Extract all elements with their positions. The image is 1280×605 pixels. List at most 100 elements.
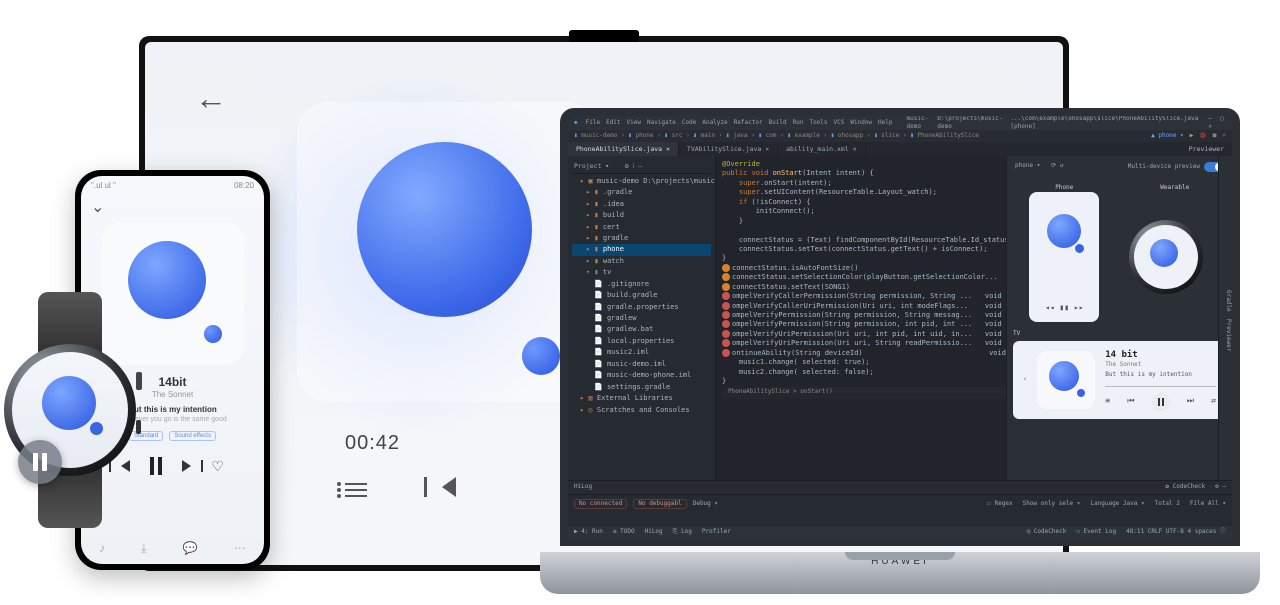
preview-tv[interactable]: ‹ 14 bit The Sonnet But this is my inten… (1013, 341, 1226, 418)
menu-analyze[interactable]: Analyze (702, 119, 727, 126)
status-time: 08:20 (234, 181, 254, 190)
playlist-icon[interactable]: ≡ (1105, 396, 1110, 407)
preview-wearable[interactable] (1124, 192, 1208, 322)
project-header: Project ▾ ⚙ ⁞ — (572, 160, 711, 174)
status-profiler[interactable]: Profiler (702, 528, 731, 536)
laptop-device: ◆ File Edit View Navigate Code Analyze Refacto… (540, 108, 1260, 594)
tab-codecheck[interactable]: CodeCheck (1173, 483, 1206, 490)
crumb-slice[interactable]: › ▮ slice (867, 132, 903, 139)
ide-status-bar: ▶ 4: Run ≡ TODO HiLog ⎘ Log Profiler ◷ C… (568, 526, 1232, 538)
menu-run[interactable]: Run (793, 119, 804, 126)
menu-edit[interactable]: Edit (606, 119, 620, 126)
crumb-main[interactable]: › ▮ main (686, 132, 719, 139)
status-log[interactable]: ⎘ Log (673, 528, 692, 536)
ide-window: ◆ File Edit View Navigate Code Analyze Refacto… (568, 116, 1232, 538)
status-todo[interactable]: ≡ TODO (613, 528, 635, 536)
close-icon[interactable]: ✕ (1206, 123, 1214, 131)
menu-build[interactable]: Build (769, 119, 787, 126)
crumb-phoneabilityslice[interactable]: › ▮ PhoneAbilitySlice (903, 132, 979, 139)
filter-language[interactable]: Language Java ▾ (1090, 500, 1144, 508)
right-tool-strip[interactable]: Gradle Previewer (1218, 156, 1232, 480)
status-hilog[interactable]: HiLog (645, 528, 663, 536)
minimize-icon[interactable]: — (1206, 115, 1214, 123)
tab-phone-slice[interactable]: PhoneAbilitySlice.java × (568, 142, 679, 156)
crumb-src[interactable]: › ▮ src (657, 132, 686, 139)
chip-no-debuggable[interactable]: No debuggabl (633, 499, 686, 509)
watch-crown[interactable] (136, 372, 142, 390)
preview-tv-artist: The Sonnet (1105, 361, 1216, 369)
run-config-selector[interactable]: ▲ phone ▾ (1151, 132, 1184, 140)
menu-view[interactable]: View (627, 119, 641, 126)
project-tree[interactable]: Project ▾ ⚙ ⁞ — ▸ ▣ music-demo D:\projec… (568, 156, 716, 480)
multi-device-toggle-label: Multi-device preview (1128, 163, 1200, 171)
equalizer-icon[interactable]: ♪ (99, 541, 105, 556)
laptop-screen: ◆ File Edit View Navigate Code Analyze Refacto… (560, 108, 1240, 546)
more-icon[interactable]: ⋯ (234, 541, 246, 556)
chip-no-connected[interactable]: No connected (574, 499, 627, 509)
crumb-ohosapp[interactable]: › ▮ ohosapp (823, 132, 866, 139)
status-eventlog[interactable]: ☐ Event Log (1076, 528, 1116, 536)
previous-track-icon[interactable]: ⏮ (1127, 396, 1134, 407)
bottom-tool-window: HiLog ✿ CodeCheck ⚙ — No connected No de… (568, 480, 1232, 526)
playlist-icon[interactable] (345, 479, 367, 495)
crumb-music-demo[interactable]: ▮ music-demo (574, 132, 621, 139)
tv-controls (345, 477, 456, 497)
menu-refactor[interactable]: Refactor (734, 119, 763, 126)
watch-side-button[interactable] (136, 420, 141, 434)
maximize-icon[interactable]: ▢ (1218, 115, 1226, 123)
menu-help[interactable]: Help (878, 119, 892, 126)
menu-vcs[interactable]: VCS (834, 119, 845, 126)
menu-tools[interactable]: Tools (809, 119, 827, 126)
menu-window[interactable]: Window (850, 119, 872, 126)
previewer-tab-label[interactable]: Previewer (1181, 142, 1232, 156)
pause-button[interactable] (150, 457, 162, 475)
menu-navigate[interactable]: Navigate (647, 119, 676, 126)
crumb-phone[interactable]: › ▮ phone (621, 132, 657, 139)
preview-phone[interactable]: ◂◂ ▮▮ ▸▸ (1029, 192, 1099, 322)
chevron-down-icon[interactable]: ⌄ (81, 195, 264, 219)
crumb-com[interactable]: › ▮ com (751, 132, 780, 139)
tag-sound-effects[interactable]: Sound effects (169, 431, 216, 441)
panel-settings-icon[interactable]: ⚙ — (1215, 483, 1226, 491)
preview-device-phone[interactable]: phone ▾ ⟳ ↺ (1015, 162, 1063, 172)
pause-button[interactable] (1152, 393, 1170, 411)
bottom-toolbar: ♪ ⤓ 💬 ⋯ (81, 541, 264, 556)
blob-large-icon (42, 376, 96, 430)
filter-debug[interactable]: Debug ▾ (693, 500, 718, 508)
tab-ability-main[interactable]: ability_main.xml × (778, 142, 865, 156)
back-arrow-icon[interactable]: ← (195, 80, 235, 117)
preview-label-tv: TV (1013, 330, 1226, 338)
crumb-example[interactable]: › ▮ example (780, 132, 823, 139)
debug-icon[interactable]: 🐞 (1199, 132, 1206, 140)
search-icon[interactable]: ⌕ (1222, 132, 1226, 140)
status-codecheck[interactable]: ◷ CodeCheck (1027, 528, 1067, 536)
editor-tabs: PhoneAbilitySlice.java × TVAbilitySlice.… (568, 142, 1232, 156)
filter-regex[interactable]: ☐ Regex (987, 500, 1012, 508)
run-icon[interactable]: ▶ (1190, 132, 1194, 140)
ide-title-file: ...\com\example\ohosapp\slice\PhoneAbili… (1010, 115, 1198, 131)
menu-code[interactable]: Code (682, 119, 696, 126)
favorite-icon[interactable]: ♡ (211, 458, 224, 475)
laptop-base: HUAWEI (540, 552, 1260, 594)
app-icon: ◆ (574, 119, 578, 127)
blob-small-icon (204, 325, 222, 343)
shuffle-icon[interactable]: ⇄ (1211, 396, 1216, 407)
status-run[interactable]: ▶ 4: Run (574, 528, 603, 536)
tab-hilog[interactable]: HiLog (574, 483, 592, 491)
comment-icon[interactable]: 💬 (183, 541, 198, 556)
playback-time: 00:42 (345, 432, 400, 455)
filter-file[interactable]: File All ▾ (1190, 500, 1226, 508)
watch-device (0, 310, 150, 510)
pause-button[interactable] (18, 440, 62, 484)
previous-track-icon[interactable] (442, 477, 456, 497)
menu-file[interactable]: File (586, 119, 600, 126)
next-track-icon[interactable] (182, 460, 191, 472)
next-track-icon[interactable]: ⏭ (1187, 396, 1194, 407)
download-icon[interactable]: ⤓ (141, 541, 146, 556)
filter-show-only[interactable]: Show only sele ▾ (1023, 500, 1081, 508)
crumb-java[interactable]: › ▮ java (719, 132, 752, 139)
tab-tv-slice[interactable]: TVAbilitySlice.java × (679, 142, 778, 156)
ide-menu-bar: ◆ File Edit View Navigate Code Analyze Refacto… (568, 116, 1232, 130)
stop-icon[interactable]: ■ (1213, 132, 1217, 140)
window-controls: — ▢ ✕ (1206, 115, 1226, 131)
